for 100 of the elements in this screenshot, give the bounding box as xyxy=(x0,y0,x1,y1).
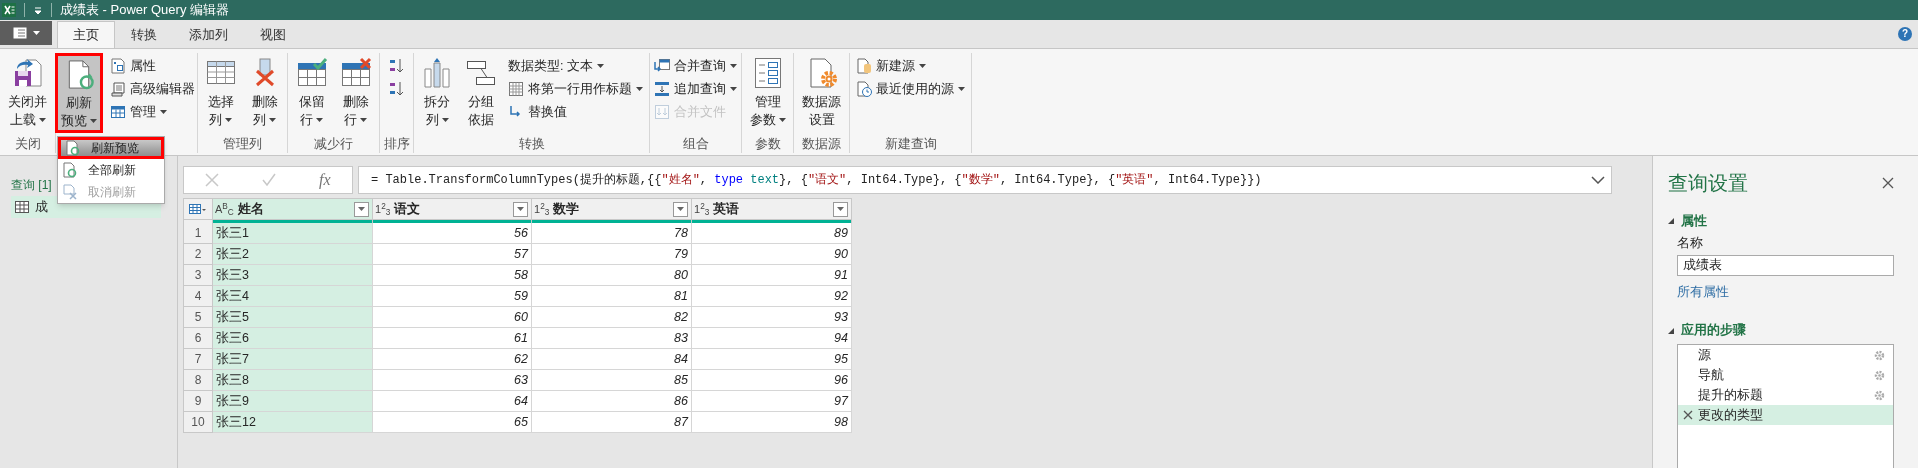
table-cell: 张三3 xyxy=(213,265,373,286)
column-header[interactable]: 1$^{2}$$_{3}$ 英语 xyxy=(692,199,852,220)
ribbon-button[interactable]: 替换值 xyxy=(505,101,646,123)
table-cell: 91 xyxy=(692,265,852,286)
filter-button[interactable] xyxy=(354,201,369,217)
caret-icon xyxy=(677,207,684,211)
table-menu-button[interactable] xyxy=(184,199,213,220)
caret-icon xyxy=(316,118,323,122)
append-icon xyxy=(654,81,670,97)
caret-icon xyxy=(778,118,786,122)
ribbon-tab[interactable]: 转换 xyxy=(115,21,173,48)
table-cell: 57 xyxy=(373,244,532,265)
column-header[interactable]: 1$^{2}$$_{3}$ 数学 xyxy=(532,199,692,220)
caret-icon xyxy=(358,207,365,211)
row-number: 4 xyxy=(184,286,213,307)
group-label: 数据源 xyxy=(802,136,841,153)
section-heading: 属性 xyxy=(1681,213,1707,230)
caret-icon xyxy=(919,64,926,68)
new-source-icon xyxy=(856,58,872,74)
table-cell: 82 xyxy=(532,307,692,328)
chevron-down-icon[interactable] xyxy=(1591,176,1605,184)
ribbon-button[interactable]: 高级编辑器 xyxy=(107,78,198,100)
table-cell: 85 xyxy=(532,370,692,391)
ribbon-button[interactable]: 新建源 xyxy=(853,55,968,77)
ribbon-button[interactable]: 刷新 预览 xyxy=(55,53,103,133)
table-cell: 张三4 xyxy=(213,286,373,307)
row-number: 1 xyxy=(184,223,213,244)
step-label: 导航 xyxy=(1698,366,1725,384)
ribbon-tab[interactable]: 添加列 xyxy=(173,21,244,48)
customize-icon[interactable] xyxy=(33,5,43,15)
ribbon-tab[interactable]: 主页 xyxy=(57,21,115,48)
panel-title: 查询设置 xyxy=(1668,171,1748,196)
close-icon[interactable] xyxy=(1882,177,1894,189)
document-icon xyxy=(110,81,126,97)
ribbon-button[interactable]: 保留 行 xyxy=(291,53,332,133)
column-header[interactable]: 1$^{2}$$_{3}$ 语文 xyxy=(373,199,532,220)
step-item[interactable]: 源 xyxy=(1678,345,1893,365)
step-item[interactable]: 更改的类型 xyxy=(1678,405,1893,425)
ribbon-button[interactable]: 将第一行用作标题 xyxy=(505,78,646,100)
file-menu-button[interactable] xyxy=(0,21,52,45)
caret-icon xyxy=(441,118,449,122)
ribbon-button[interactable]: 选择 列 xyxy=(200,53,241,133)
table-cell: 60 xyxy=(373,307,532,328)
ribbon-button[interactable]: 最近使用的源 xyxy=(853,78,968,100)
collapse-icon[interactable] xyxy=(1668,327,1674,334)
filter-button[interactable] xyxy=(513,201,528,217)
queries-heading: 查询 [1] xyxy=(11,177,52,194)
step-item[interactable]: 提升的标题 xyxy=(1678,385,1893,405)
row-number: 5 xyxy=(184,307,213,328)
ribbon-button[interactable]: 追加查询 xyxy=(651,78,740,100)
ribbon-button[interactable]: 删除 列 xyxy=(244,53,285,133)
caret-icon xyxy=(730,87,737,91)
ribbon-button[interactable]: 删除 行 xyxy=(335,53,376,133)
help-button[interactable]: ? xyxy=(1898,27,1912,41)
table-cell: 98 xyxy=(692,412,852,433)
sort-descending-icon xyxy=(388,81,405,97)
table-icon xyxy=(110,104,126,120)
function-button[interactable]: fx xyxy=(319,168,331,192)
table-cell: 80 xyxy=(532,265,692,286)
ribbon-button[interactable]: 数据源 设置 xyxy=(798,53,845,133)
caret-icon xyxy=(596,64,604,68)
collapse-icon[interactable] xyxy=(1668,218,1674,225)
column-header[interactable]: A$^{B}$$_{C}$ 姓名 xyxy=(213,199,373,220)
ribbon-tab[interactable]: 视图 xyxy=(244,21,302,48)
ribbon-button[interactable]: 属性 xyxy=(107,55,198,77)
table-cell: 79 xyxy=(532,244,692,265)
filter-button[interactable] xyxy=(673,201,688,217)
group-label: 减少行 xyxy=(314,136,353,153)
table-cell: 62 xyxy=(373,349,532,370)
menu-item[interactable]: 刷新预览 xyxy=(58,137,164,159)
ribbon-button[interactable]: 管理 参数 xyxy=(745,53,790,133)
menu-item[interactable]: 全部刷新 xyxy=(58,159,164,181)
row-number: 3 xyxy=(184,265,213,286)
ribbon-button[interactable]: 拆分 列 xyxy=(417,53,457,133)
caret-icon xyxy=(160,110,167,114)
ribbon-button[interactable]: 合并查询 xyxy=(651,55,740,77)
table-cell: 张三8 xyxy=(213,370,373,391)
table-cell: 86 xyxy=(532,391,692,412)
table-cell: 张三6 xyxy=(213,328,373,349)
formula-field[interactable]: = Table.TransformColumnTypes(提升的标题,{{"姓名", type text}, {"语文", Int64.Type}, {"数学", Int64.Type}, {"英语", Int64.Type}}) xyxy=(358,166,1612,194)
row-number: 9 xyxy=(184,391,213,412)
caret-icon xyxy=(225,118,232,122)
ribbon-button[interactable]: 数据类型: 文本 xyxy=(505,55,646,77)
filter-button[interactable] xyxy=(833,201,848,217)
name-field[interactable]: 成绩表 xyxy=(1677,254,1894,276)
all-properties-link[interactable]: 所有属性 xyxy=(1677,282,1729,302)
ribbon-button[interactable]: 关闭并 上载 xyxy=(4,53,51,133)
excel-icon xyxy=(2,3,16,17)
delete-icon[interactable] xyxy=(1683,410,1693,420)
caret-icon xyxy=(90,119,97,123)
split-column-icon xyxy=(421,57,453,89)
step-item[interactable]: 导航 xyxy=(1678,365,1893,385)
group-label: 转换 xyxy=(518,136,545,153)
table-cell: 92 xyxy=(692,286,852,307)
caret-icon xyxy=(38,118,46,122)
ribbon-button[interactable]: 分组 依据 xyxy=(461,53,501,133)
check-icon[interactable] xyxy=(262,173,277,187)
combine-files-icon xyxy=(654,104,670,120)
ribbon-button[interactable]: 管理 xyxy=(107,101,198,123)
caret-icon xyxy=(360,118,367,122)
